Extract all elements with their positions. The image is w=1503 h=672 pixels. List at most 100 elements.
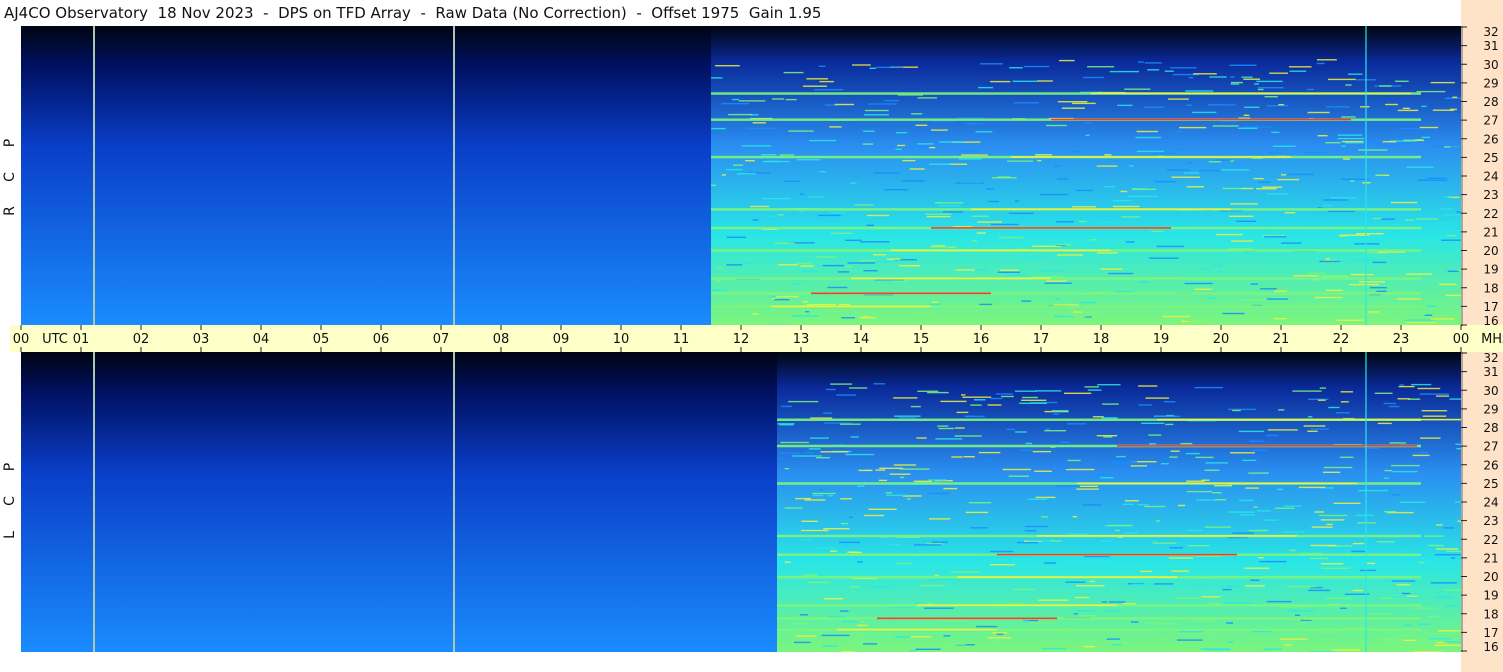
rfi-tick [1082,504,1102,506]
rfi-tick [1426,305,1435,307]
rfi-tick [1359,281,1385,283]
rfi-tick [1111,644,1122,646]
rfi-tick [1185,90,1214,92]
rfi-tick [1258,468,1267,471]
rfi-tick [1045,428,1050,430]
rfi-tick [1154,623,1178,625]
rfi-tick [1025,256,1043,259]
freq-tick-label: 26 [1483,458,1498,472]
rfi-tick [999,269,1019,271]
rfi-tick [1242,459,1257,462]
rfi-tick [1366,447,1380,450]
rfi-tick [1393,634,1418,637]
utc-tick-label: 20 [1213,332,1230,347]
rfi-tick [1231,81,1243,84]
freq-tick-label: 21 [1483,551,1498,565]
rfi-tick [1251,449,1267,451]
rfi-tick [913,480,933,482]
rfi-tick [819,171,826,173]
rfi-tick [845,453,875,456]
rfi-tick [1161,463,1169,465]
rfi-tick [877,320,883,323]
rfi-tick [818,65,826,67]
rfi-tick [1186,186,1204,188]
rfi-tick [868,103,897,105]
rfi-tick [1256,188,1277,190]
rfi-tick [913,313,939,316]
rfi-tick [736,173,757,175]
rfi-tick [1079,302,1096,304]
rfi-tick [842,651,854,652]
rfi-tick [1215,499,1227,501]
rfi-line-hot [1077,482,1357,485]
rfi-tick [1002,231,1018,233]
rfi-tick [1269,72,1288,74]
rfi-tick [996,633,1004,635]
rfi-tick [1422,415,1447,417]
rfi-tick [1044,282,1073,284]
rfi-tick [1138,404,1152,406]
rfi-tick [1055,485,1083,487]
rfi-tick [806,78,828,80]
rfi-tick [1283,644,1292,646]
rfi-line [777,617,1421,620]
rfi-tick [1341,116,1356,118]
rfi-tick [988,200,999,203]
rfi-tick [1115,529,1120,532]
rfi-tick [1358,149,1388,151]
rfi-tick [1328,406,1340,409]
rfi-tick [863,114,889,116]
freq-tick-label: 32 [1483,352,1498,365]
rfi-tick [1057,101,1088,103]
rfi-tick [1277,178,1300,181]
rfi-tick [1271,131,1280,134]
rfi-tick [1214,485,1232,487]
rfi-tick [954,435,982,437]
rfi-tick [775,295,799,298]
rfi-tick [1071,102,1096,105]
rfi-tick [1282,531,1305,533]
rfi-tick [955,427,965,429]
freq-tick-label: 17 [1483,300,1498,314]
rfi-tick [1328,210,1355,213]
rfi-tick [976,232,986,234]
rfi-tick [1402,107,1410,110]
rfi-tick [815,547,836,549]
rfi-tick [1159,638,1166,640]
rfi-tick [1246,650,1273,652]
freq-tick-label: 25 [1483,151,1498,165]
rfi-tick [1148,434,1162,436]
rfi-tick [1288,173,1314,176]
rfi-tick [1122,503,1134,505]
rfi-tick [1307,111,1330,114]
rfi-tick [1137,504,1149,506]
rfi-tick [1131,583,1156,585]
rfi-tick [1436,395,1449,397]
marker-line [93,352,95,652]
rfi-tick [1140,466,1159,468]
rfi-tick [1218,270,1223,273]
rfi-tick [938,205,961,207]
rfi-tick [852,64,871,66]
rfi-tick [1103,436,1113,438]
rfi-tick [1390,464,1420,467]
rfi-tick [856,624,868,627]
rfi-tick [823,528,850,530]
rfi-tick [1064,392,1092,394]
rfi-tick [978,86,994,89]
rfi-tick [850,551,862,554]
rfi-line-hot [971,208,1231,211]
rfi-tick [1042,647,1066,650]
rfi-tick [1078,615,1096,617]
rfi-tick [1445,294,1461,297]
rfi-tick [1385,103,1398,106]
rfi-tick [998,236,1025,239]
rfi-tick [1051,410,1069,412]
rfi-tick [930,246,957,248]
rfi-line-hot [1117,445,1417,447]
rfi-tick [1174,130,1183,133]
rfi-tick [992,641,999,644]
rfi-tick [1136,150,1165,153]
freq-tick-label: 31 [1483,39,1498,53]
rfi-tick [1248,529,1269,532]
